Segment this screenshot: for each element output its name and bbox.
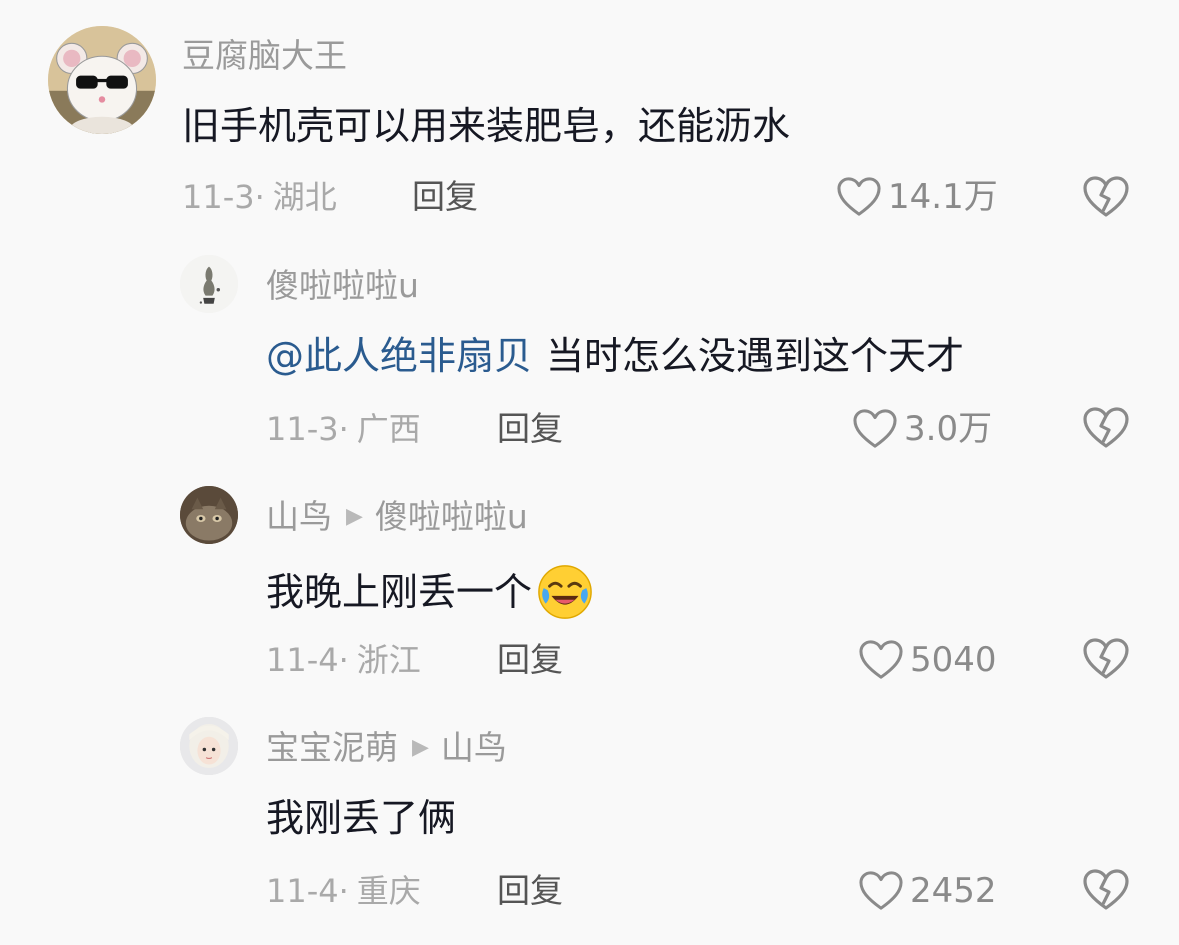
avatar-mouse-sunglasses-image [48,26,156,134]
comment-date: 11-3 [266,410,339,448]
comment-text: 我刚丢了俩 [266,794,456,842]
dislike-button[interactable] [1082,406,1130,450]
like-count: 5040 [910,640,997,680]
comment-body: 我刚丢了俩 [266,796,457,840]
like-button[interactable]: 2452 [858,870,997,912]
comment-text: 我晚上刚丢一个 [266,563,594,621]
username-text[interactable]: 宝宝泥萌 [266,728,398,768]
comment-location: 重庆 [356,872,421,910]
heart-outline-icon [853,409,897,448]
comment-date: 11-4 [266,641,339,679]
reply-to-username[interactable]: 山鸟 [441,728,507,768]
comment-date: 11-3 [182,178,255,216]
reply-button[interactable]: 回复 [497,409,563,449]
avatar-sketch-image [180,255,238,313]
comment-meta: 11-3· 广西 [266,409,421,449]
like-count: 3.0万 [904,409,993,449]
avatar[interactable] [180,255,238,313]
like-button[interactable]: 3.0万 [852,408,992,450]
comment-meta: 11-4· 重庆 [266,871,421,911]
broken-heart-icon [1083,869,1129,910]
heart-outline-icon [859,640,903,679]
username[interactable]: 山鸟 ▶ 傻啦啦啦u [266,497,528,537]
avatar[interactable] [48,26,156,134]
reply-arrow-icon: ▶ [346,504,363,529]
like-button[interactable]: 5040 [858,639,997,681]
dislike-button[interactable] [1082,637,1130,681]
dislike-button[interactable] [1082,868,1130,912]
comment-body: 旧手机壳可以用来装肥皂，还能沥水 [182,104,791,148]
dislike-button[interactable] [1082,175,1130,219]
meta-separator: · [338,872,349,910]
comment-meta: 11-3· 湖北 [182,177,337,217]
comment-location: 浙江 [356,641,421,679]
comment-location: 湖北 [272,178,337,216]
avatar-cat-photo-image [180,486,238,544]
reply-to-username[interactable]: 傻啦啦啦u [375,497,528,537]
avatar-person-photo-image [180,717,238,775]
reply-arrow-icon: ▶ [412,735,429,760]
heart-outline-icon [859,871,903,910]
avatar[interactable] [180,486,238,544]
comment-location: 广西 [356,410,421,448]
like-button[interactable]: 14.1万 [836,176,998,218]
broken-heart-icon [1083,638,1129,679]
username[interactable]: 豆腐脑大王 [182,36,347,76]
comment-date: 11-4 [266,872,339,910]
comment-meta: 11-4· 浙江 [266,640,421,680]
avatar[interactable] [180,717,238,775]
crying-laughing-emoji-icon [538,565,592,619]
username[interactable]: 宝宝泥萌 ▶ 山鸟 [266,728,507,768]
username[interactable]: 傻啦啦啦u [266,266,419,306]
like-count: 2452 [910,871,997,911]
like-count: 14.1万 [888,177,998,217]
meta-separator: · [338,410,349,448]
reply-button[interactable]: 回复 [497,871,563,911]
meta-separator: · [254,178,265,216]
username-text[interactable]: 豆腐脑大王 [182,36,347,76]
comment-body: 我晚上刚丢一个 [266,570,533,614]
comment-text: 旧手机壳可以用来装肥皂，还能沥水 [182,102,790,150]
reply-button[interactable]: 回复 [497,640,563,680]
meta-separator: · [338,641,349,679]
broken-heart-icon [1083,407,1129,448]
username-text[interactable]: 傻啦啦啦u [266,266,419,306]
broken-heart-icon [1083,176,1129,217]
comment-text: @此人绝非扇贝 当时怎么没遇到这个天才 [266,332,964,380]
mention-link[interactable]: @此人绝非扇贝 [266,332,532,380]
reply-button[interactable]: 回复 [412,177,478,217]
comment-body: 当时怎么没遇到这个天才 [546,334,965,378]
heart-outline-icon [837,177,881,216]
username-text[interactable]: 山鸟 [266,497,332,537]
